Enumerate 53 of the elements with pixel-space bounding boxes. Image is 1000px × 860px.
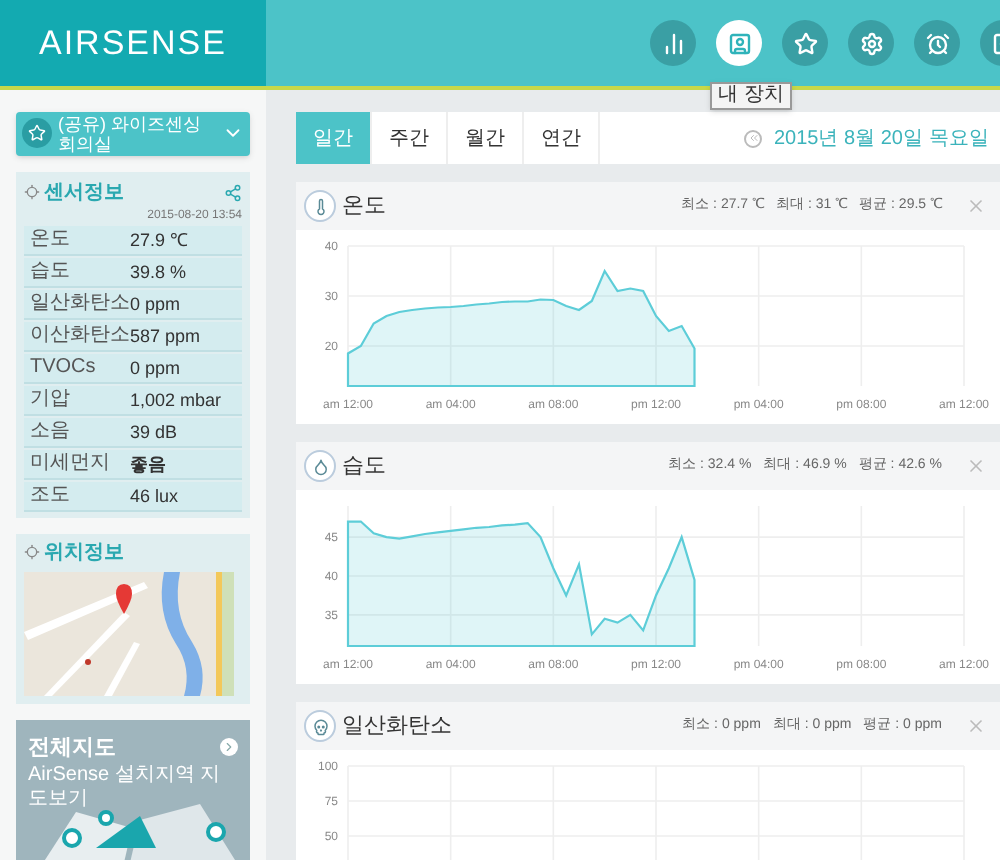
date-label: 2015년 8월 20일 목요일 bbox=[774, 125, 989, 153]
sensor-value: 39.8 % bbox=[130, 259, 187, 284]
sensor-label: 소음 bbox=[30, 419, 72, 444]
sensor-value: 587 ppm bbox=[130, 323, 201, 348]
card-title: 습도 bbox=[342, 451, 388, 482]
period-tab[interactable]: 주간 bbox=[372, 112, 448, 164]
nav-button[interactable] bbox=[650, 20, 696, 66]
card-title: 온도 bbox=[342, 191, 388, 222]
sensor-label: 일산화탄소 bbox=[30, 291, 130, 316]
sensor-label: 미세먼지 bbox=[30, 451, 112, 476]
sensor-value: 46 lux bbox=[130, 483, 179, 508]
skull-icon bbox=[311, 717, 329, 735]
bar-chart-icon bbox=[661, 31, 685, 55]
alarm-clock-icon bbox=[925, 31, 949, 55]
period-tab[interactable]: 월간 bbox=[448, 112, 524, 164]
star-icon bbox=[793, 31, 817, 55]
sensor-value: 27.9 ℃ bbox=[130, 227, 189, 252]
target-icon bbox=[24, 544, 40, 561]
nav-button[interactable] bbox=[716, 20, 762, 66]
sensor-label: 온도 bbox=[30, 227, 72, 252]
chevron-right-icon bbox=[222, 740, 236, 755]
sensor-value: 0 ppm bbox=[130, 355, 181, 380]
nav-button[interactable] bbox=[914, 20, 960, 66]
sensor-label: 기압 bbox=[30, 387, 72, 412]
close-icon[interactable] bbox=[966, 196, 986, 216]
sensor-label: 이산화탄소 bbox=[30, 323, 130, 348]
card-subtitle: AirSense 설치지역 지도보기 bbox=[28, 764, 223, 813]
select-label: (공유) 와이즈센싱회의실 bbox=[58, 113, 203, 154]
sensor-label: 습도 bbox=[30, 259, 72, 284]
thermometer-icon bbox=[311, 197, 329, 215]
target-icon bbox=[24, 184, 40, 201]
share-icon[interactable] bbox=[224, 183, 242, 202]
panel-title: 위치정보 bbox=[44, 539, 124, 568]
logo: AIRSENSE bbox=[39, 21, 227, 66]
close-icon[interactable] bbox=[966, 456, 986, 476]
sensor-value: 좋음 bbox=[130, 451, 166, 476]
droplet-icon bbox=[311, 457, 329, 475]
settings-icon bbox=[859, 31, 883, 55]
nav-button[interactable] bbox=[782, 20, 828, 66]
sensor-label: 조도 bbox=[30, 483, 72, 508]
sensor-label: TVOCs bbox=[30, 355, 98, 380]
star-icon bbox=[28, 124, 46, 143]
tooltip: 내 장치 bbox=[710, 82, 792, 110]
sensor-value: 1,002 mbar bbox=[130, 387, 222, 412]
sensor-value: 39 dB bbox=[130, 419, 178, 444]
card-title: 일산화탄소 bbox=[342, 711, 454, 742]
card-title: 전체지도 bbox=[28, 733, 116, 764]
period-tab[interactable]: 연간 bbox=[524, 112, 600, 164]
user-icon bbox=[727, 31, 751, 55]
sensor-value: 0 ppm bbox=[130, 291, 181, 316]
panel-title: 센서정보 bbox=[44, 179, 124, 208]
close-icon[interactable] bbox=[966, 716, 986, 736]
nav-button[interactable] bbox=[848, 20, 894, 66]
